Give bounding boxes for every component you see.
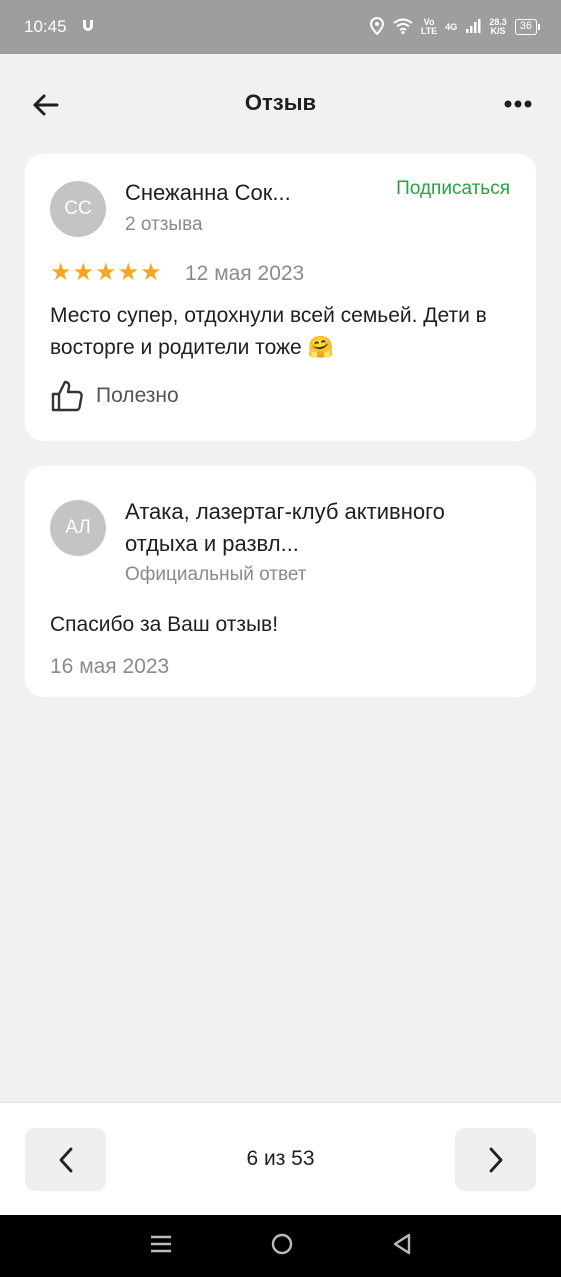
volte-indicator: Vo LTE xyxy=(420,17,438,36)
review-text: Место супер, отдохнули всей семьей. Дети… xyxy=(50,304,487,359)
author-review-count: 2 отзыва xyxy=(125,214,203,235)
star-icon: ★ xyxy=(50,259,72,286)
organization-name[interactable]: Атака, лазертаг-клуб активного отдыха и … xyxy=(125,496,505,560)
star-icon: ★ xyxy=(72,259,95,286)
system-back-button[interactable] xyxy=(391,1232,413,1261)
more-dots-icon xyxy=(504,100,532,108)
review-pager: 6 из 53 xyxy=(0,1102,561,1215)
avatar[interactable]: АЛ xyxy=(50,500,106,556)
official-reply-card: АЛ Атака, лазертаг-клуб активного отдыха… xyxy=(25,466,536,697)
star-icon: ★ xyxy=(117,259,140,286)
rating-stars: ★ ★ ★ ★ ★ xyxy=(50,261,162,285)
status-time: 10:45 xyxy=(24,17,67,36)
wifi-icon xyxy=(393,18,413,36)
menu-lines-icon xyxy=(150,1235,171,1252)
star-icon: ★ xyxy=(140,259,162,286)
home-circle-icon xyxy=(271,1233,292,1254)
page-title: Отзыв xyxy=(244,90,317,115)
network-speed: 28.3 K/S xyxy=(489,17,507,36)
chevron-right-icon xyxy=(489,1147,502,1172)
helpful-button[interactable]: Полезно xyxy=(50,378,179,414)
triangle-back-icon xyxy=(393,1233,410,1254)
reply-date: 16 мая 2023 xyxy=(50,655,170,678)
system-navigation-bar xyxy=(0,1215,561,1277)
status-bar: 10:45 Vo LTE 4G 28.3 K/S 36 xyxy=(0,0,561,54)
avatar[interactable]: СС xyxy=(50,181,106,237)
battery-icon: 36 xyxy=(514,19,541,35)
reply-text: Спасибо за Ваш отзыв! xyxy=(50,613,279,636)
signal-icon xyxy=(465,18,481,36)
network-gen-label: 4G xyxy=(445,22,458,32)
top-app-bar: Отзыв xyxy=(0,54,561,154)
thumbs-up-icon xyxy=(51,380,83,412)
review-card: СС Снежанна Сок... 2 отзыва Подписаться … xyxy=(25,154,536,441)
review-date: 12 мая 2023 xyxy=(185,262,305,285)
author-name[interactable]: Снежанна Сок... xyxy=(125,180,291,206)
location-icon xyxy=(369,16,385,37)
home-button[interactable] xyxy=(270,1232,294,1261)
next-review-button[interactable] xyxy=(455,1128,536,1191)
app-notification-icon xyxy=(81,17,95,37)
helpful-label: Полезно xyxy=(96,384,179,407)
official-reply-label: Официальный ответ xyxy=(125,564,307,585)
more-options-button[interactable] xyxy=(503,92,533,116)
recents-button[interactable] xyxy=(149,1234,173,1259)
subscribe-button[interactable]: Подписаться xyxy=(396,178,510,200)
star-icon: ★ xyxy=(95,259,117,286)
